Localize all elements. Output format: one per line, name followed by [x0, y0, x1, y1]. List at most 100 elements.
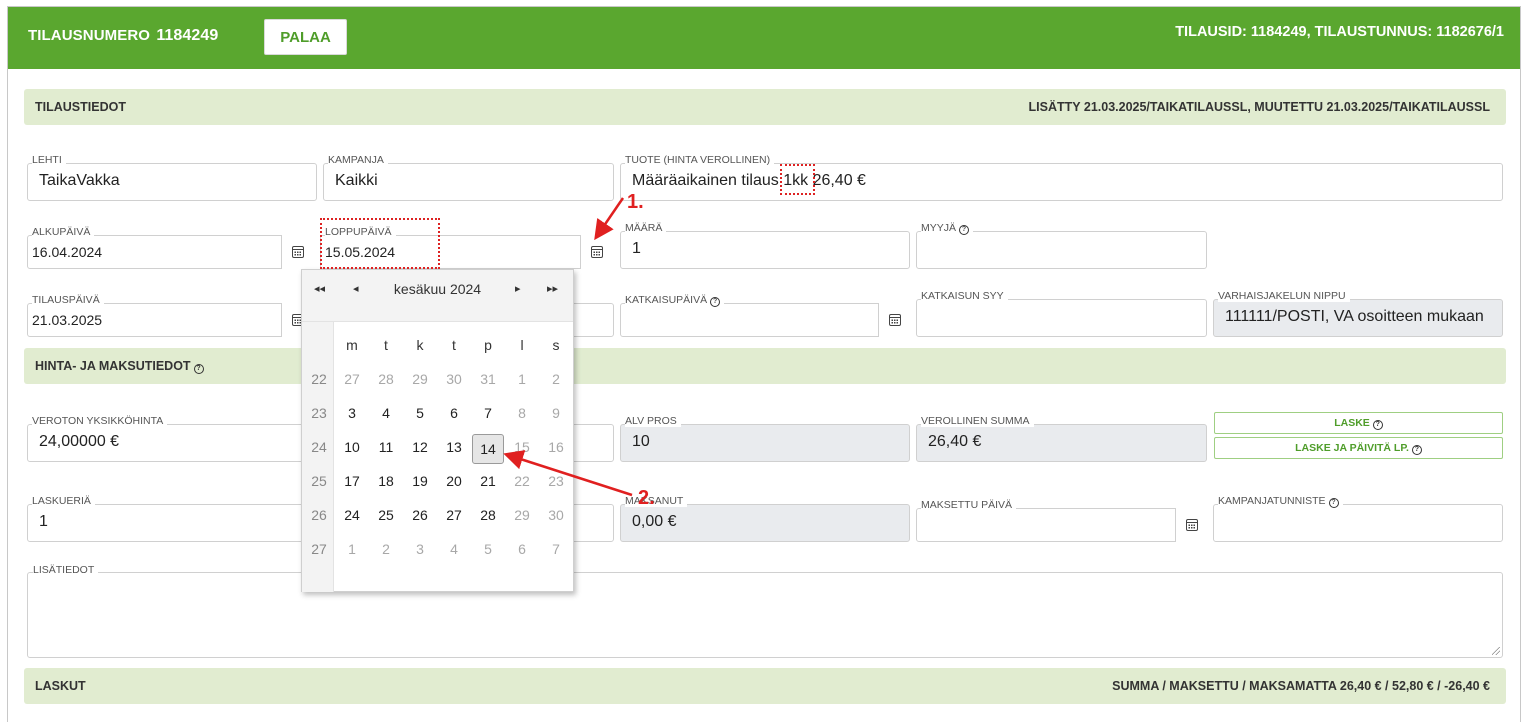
maksettu-paiva-field[interactable]: MAKSETTU PÄIVÄ: [916, 499, 1207, 542]
day-cell[interactable]: 7: [540, 534, 572, 564]
laske-button[interactable]: LASKE?: [1214, 412, 1503, 434]
day-cell[interactable]: 27: [438, 500, 470, 530]
day-cell[interactable]: 13: [438, 432, 470, 462]
lisatiedot-textarea[interactable]: LISÄTIEDOT: [27, 564, 1503, 658]
resize-grip-icon[interactable]: [1492, 647, 1500, 655]
day-cell[interactable]: 20: [438, 466, 470, 496]
katkaisun-syy-field[interactable]: KATKAISUN SYY: [916, 290, 1207, 337]
day-cell[interactable]: 24: [336, 500, 368, 530]
tuote-field[interactable]: TUOTE (HINTA VEROLLINEN) Määräaikainen t…: [620, 154, 1503, 201]
kampanja-field[interactable]: KAMPANJA Kaikki: [323, 154, 614, 201]
week-number: 23: [311, 405, 327, 421]
day-cell[interactable]: 3: [404, 534, 436, 564]
weekday-header: p: [484, 337, 492, 353]
day-cell[interactable]: 29: [404, 364, 436, 394]
field-label-text: MYYJÄ: [921, 222, 957, 234]
day-cell[interactable]: 3: [336, 398, 368, 428]
next-month-button[interactable]: ▸: [515, 282, 521, 295]
day-cell[interactable]: 12: [404, 432, 436, 462]
loppupaiva-field[interactable]: LOPPUPÄIVÄ 15.05.2024: [320, 226, 612, 269]
day-cell[interactable]: 26: [404, 500, 436, 530]
maara-field[interactable]: MÄÄRÄ 1: [620, 222, 910, 269]
day-cell[interactable]: 7: [472, 398, 504, 428]
day-cell[interactable]: 22: [506, 466, 538, 496]
help-icon[interactable]: ?: [193, 364, 204, 374]
field-value: Määräaikainen tilaus 1kk 26,40 €: [632, 172, 866, 190]
day-cell[interactable]: 6: [438, 398, 470, 428]
kampanjatunniste-field[interactable]: KAMPANJATUNNISTE?: [1213, 495, 1503, 542]
day-cell[interactable]: 4: [438, 534, 470, 564]
lehti-field[interactable]: LEHTI TaikaVakka: [27, 154, 317, 201]
maksettu-paiva-calendar-button[interactable]: [1175, 508, 1207, 542]
field-label: TUOTE (HINTA VEROLLINEN): [625, 154, 775, 166]
day-cell-selected[interactable]: 14: [472, 434, 504, 464]
day-cell[interactable]: 31: [472, 364, 504, 394]
week-number: 22: [311, 371, 327, 387]
datepicker-header: ◂◂ ◂ kesäkuu 2024 ▸ ▸▸: [302, 270, 573, 322]
alkupaiva-field[interactable]: ALKUPÄIVÄ 16.04.2024: [27, 226, 313, 269]
field-label: LEHTI: [32, 154, 66, 166]
alkupaiva-calendar-button[interactable]: [281, 235, 313, 269]
loppupaiva-calendar-button[interactable]: [580, 235, 612, 269]
day-cell[interactable]: 11: [370, 432, 402, 462]
day-cell[interactable]: 21: [472, 466, 504, 496]
day-cell[interactable]: 4: [370, 398, 402, 428]
weekday-header: t: [452, 337, 456, 353]
section-price-info: HINTA- JA MAKSUTIEDOT?: [24, 348, 1506, 384]
field-value: 111111/POSTI, VA osoitteen mukaan: [1225, 308, 1484, 325]
day-cell[interactable]: 9: [540, 398, 572, 428]
field-label: LASKUERIÄ: [32, 495, 95, 507]
day-cell[interactable]: 1: [506, 364, 538, 394]
back-button[interactable]: PALAA: [264, 19, 347, 55]
day-cell[interactable]: 17: [336, 466, 368, 496]
day-cell[interactable]: 16: [540, 432, 572, 462]
help-icon[interactable]: ?: [1328, 498, 1339, 508]
day-cell[interactable]: 18: [370, 466, 402, 496]
katkaisupaiva-field[interactable]: KATKAISUPÄIVÄ?: [620, 294, 910, 337]
day-cell[interactable]: 19: [404, 466, 436, 496]
day-cell[interactable]: 28: [472, 500, 504, 530]
day-cell[interactable]: 8: [506, 398, 538, 428]
day-cell[interactable]: 28: [370, 364, 402, 394]
datepicker-month-label[interactable]: kesäkuu 2024: [302, 281, 573, 297]
weekday-header: s: [552, 337, 560, 353]
day-cell[interactable]: 27: [336, 364, 368, 394]
day-cell[interactable]: 29: [506, 500, 538, 530]
day-cell[interactable]: 1: [336, 534, 368, 564]
field-value: 26,40 €: [928, 433, 982, 450]
help-icon[interactable]: ?: [710, 297, 721, 307]
veroton-yksikkohinta-field[interactable]: VEROTON YKSIKKÖHINTA 24,00000 €: [27, 415, 317, 462]
day-cell[interactable]: 5: [404, 398, 436, 428]
weekday-header: k: [416, 337, 424, 353]
next-year-button[interactable]: ▸▸: [547, 282, 558, 295]
day-cell[interactable]: 2: [540, 364, 572, 394]
tilauspaiva-field[interactable]: TILAUSPÄIVÄ 21.03.2025: [27, 294, 313, 337]
laske-ja-paivita-button[interactable]: LASKE JA PÄIVITÄ LP.?: [1214, 437, 1503, 459]
day-cell[interactable]: 23: [540, 466, 572, 496]
field-value: 21.03.2025: [32, 312, 103, 328]
myyja-field[interactable]: MYYJÄ?: [916, 222, 1207, 269]
day-cell[interactable]: 10: [336, 432, 368, 462]
field-value: 24,00000 €: [39, 433, 120, 450]
section-order-info: TILAUSTIEDOT LISÄTTY 21.03.2025/TAIKATIL…: [24, 89, 1506, 125]
product-name: Määräaikainen tilaus: [632, 172, 779, 189]
day-cell[interactable]: 5: [472, 534, 504, 564]
help-icon[interactable]: ?: [959, 225, 970, 235]
day-cell[interactable]: 15: [506, 432, 538, 462]
day-cell[interactable]: 6: [506, 534, 538, 564]
day-cell[interactable]: 2: [370, 534, 402, 564]
field-value: Kaikki: [335, 172, 378, 189]
order-title: TILAUSNUMERO 1184249: [28, 27, 218, 45]
verollinen-summa-field: VEROLLINEN SUMMA 26,40 €: [916, 415, 1207, 462]
laskueria-field[interactable]: LASKUERIÄ 1: [27, 495, 317, 542]
week-number: 24: [311, 439, 327, 455]
day-cell[interactable]: 25: [370, 500, 402, 530]
katkaisupaiva-calendar-button[interactable]: [878, 303, 910, 337]
field-label: MAKSETTU PÄIVÄ: [921, 499, 1017, 511]
day-cell[interactable]: 30: [540, 500, 572, 530]
varhaisjakelun-nippu-field[interactable]: VARHAISJAKELUN NIPPU 111111/POSTI, VA os…: [1213, 290, 1503, 337]
day-cell[interactable]: 30: [438, 364, 470, 394]
section-title: HINTA- JA MAKSUTIEDOT?: [35, 359, 204, 374]
field-label: TILAUSPÄIVÄ: [32, 294, 104, 306]
weekday-header: l: [520, 337, 524, 353]
